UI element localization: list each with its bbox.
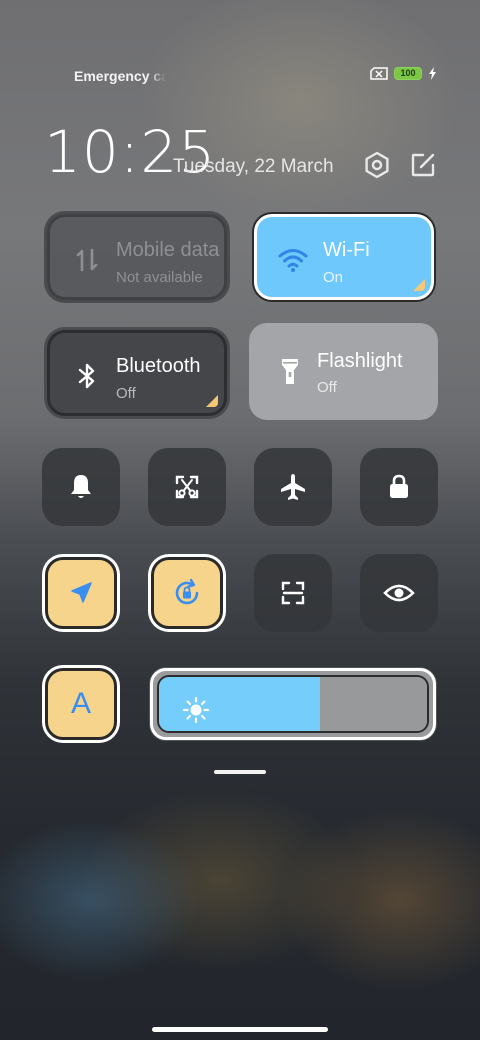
bluetooth-icon [78,363,95,389]
flashlight-subtitle: Off [317,379,337,396]
scanner-icon [281,581,305,605]
rotation-lock-icon [175,578,199,605]
auto-brightness-toggle[interactable]: A [45,668,117,740]
brightness-slider[interactable] [150,668,436,740]
brightness-sun-icon [182,696,210,724]
wifi-subtitle: On [323,269,344,286]
flashlight-title: Flashlight [317,350,403,372]
mobile-data-tile[interactable]: Mobile data Not available [47,214,227,300]
reading-mode-toggle[interactable] [360,554,438,632]
silent-toggle[interactable] [42,448,120,526]
screenshot-icon [175,475,199,499]
airplane-icon [281,474,305,500]
bluetooth-title: Bluetooth [116,355,201,377]
flashlight-tile[interactable]: Flashlight Off [249,323,438,420]
bluetooth-subtitle: Off [116,385,136,402]
location-icon [71,582,92,603]
tile-corner-indicator [206,395,218,407]
screenshot-toggle[interactable] [148,448,226,526]
rotation-lock-toggle[interactable] [151,557,223,629]
location-toggle[interactable] [45,557,117,629]
lock-icon [390,474,408,498]
wifi-tile[interactable]: Wi-Fi On [254,214,434,300]
date: Tuesday, 22 March [173,156,334,177]
mobile-data-icon [76,248,98,272]
mobile-data-title: Mobile data [116,239,220,261]
eye-icon [383,584,415,602]
wifi-icon [278,249,308,272]
bluetooth-tile[interactable]: Bluetooth Off [47,330,227,416]
wifi-title: Wi-Fi [323,239,370,261]
panel-drag-handle[interactable] [214,770,266,774]
brightness-track [157,675,429,733]
bell-icon [71,475,91,498]
airplane-mode-toggle[interactable] [254,448,332,526]
flashlight-icon [282,359,298,384]
settings-icon[interactable] [362,150,392,180]
status-icons: 100 [370,67,437,80]
charging-icon [429,67,436,80]
home-indicator[interactable] [152,1027,328,1032]
mobile-data-subtitle: Not available [116,269,203,286]
scanner-toggle[interactable] [254,554,332,632]
tile-corner-indicator [413,279,425,291]
lock-screen-toggle[interactable] [360,448,438,526]
brightness-remaining [319,677,427,731]
battery-icon: 100 [394,67,422,80]
carrier-status-text: Emergency calls only [74,68,166,84]
edit-icon[interactable] [408,150,438,180]
no-sim-icon [370,67,388,80]
auto-brightness-label: A [70,687,91,720]
